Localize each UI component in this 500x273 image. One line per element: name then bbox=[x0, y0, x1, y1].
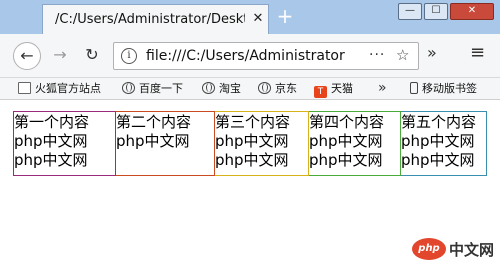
bookmark-label: 京东 bbox=[275, 82, 297, 95]
url-bar[interactable]: i file:///C:/Users/Administrator ··· ☆ bbox=[113, 42, 419, 70]
globe-icon bbox=[122, 82, 135, 94]
tab-title: /C:/Users/Administrator/Desktop bbox=[55, 12, 245, 27]
tab-strip: /C:/Users/Administrator/Desktop ✕ + — ☐ … bbox=[0, 0, 500, 34]
box-line: php中文网 bbox=[309, 132, 383, 150]
box-heading: 第三个内容 bbox=[215, 113, 291, 131]
content-box-5: 第五个内容 php中文网 php中文网 bbox=[401, 111, 487, 176]
box-heading: 第五个内容 bbox=[401, 113, 477, 131]
box-heading: 第一个内容 bbox=[14, 113, 90, 131]
box-line bbox=[116, 151, 214, 170]
maximize-button[interactable]: ☐ bbox=[424, 3, 448, 20]
bookmark-mobile[interactable]: 移动版书签 bbox=[410, 81, 477, 98]
phone-icon bbox=[410, 82, 418, 94]
box-line: php中文网 bbox=[401, 132, 475, 150]
info-icon[interactable]: i bbox=[121, 48, 137, 64]
bookmarks-overflow-icon[interactable]: » bbox=[378, 80, 387, 96]
folder-icon bbox=[18, 82, 31, 94]
watermark-text: 中文网 bbox=[449, 241, 495, 259]
box-heading: 第二个内容 bbox=[116, 113, 192, 131]
content-box-3: 第三个内容 php中文网 php中文网 bbox=[215, 111, 309, 176]
box-line: php中文网 bbox=[401, 151, 475, 169]
tmall-icon: T bbox=[314, 86, 327, 98]
tab-close-icon[interactable]: ✕ bbox=[250, 11, 266, 26]
watermark-logo-badge: php bbox=[412, 238, 446, 260]
box-line: php中文网 bbox=[215, 132, 289, 150]
bookmark-baidu[interactable]: 百度一下 bbox=[122, 81, 183, 98]
content-box-4: 第四个内容 php中文网 php中文网 bbox=[309, 111, 401, 176]
forward-button[interactable]: → bbox=[46, 42, 74, 70]
bookmark-label: 火狐官方站点 bbox=[35, 82, 101, 95]
content-box-1: 第一个内容 php中文网 php中文网 bbox=[13, 111, 116, 176]
php-cn-watermark: php 中文网 bbox=[412, 236, 496, 262]
back-button[interactable]: ← bbox=[13, 42, 41, 70]
box-line: php中文网 bbox=[309, 151, 383, 169]
bookmark-tmall[interactable]: T 天猫 bbox=[314, 81, 353, 98]
box-line: php中文网 bbox=[116, 132, 190, 150]
bookmark-star-icon[interactable]: ☆ bbox=[396, 46, 409, 64]
box-line: php中文网 bbox=[215, 151, 289, 169]
bookmark-label: 百度一下 bbox=[139, 82, 183, 95]
bookmark-label: 淘宝 bbox=[219, 82, 241, 95]
content-box-2: 第二个内容 php中文网 bbox=[116, 111, 215, 176]
box-line: php中文网 bbox=[14, 151, 88, 169]
bookmark-label: 移动版书签 bbox=[422, 82, 477, 95]
bookmark-taobao[interactable]: 淘宝 bbox=[202, 81, 241, 98]
new-tab-button[interactable]: + bbox=[272, 6, 298, 28]
hamburger-menu-icon[interactable]: ≡ bbox=[470, 42, 485, 63]
globe-icon bbox=[258, 82, 271, 94]
browser-tab[interactable]: /C:/Users/Administrator/Desktop ✕ bbox=[42, 4, 269, 34]
navigation-bar: ← → ↻ i file:///C:/Users/Administrator ·… bbox=[0, 34, 500, 78]
globe-icon bbox=[202, 82, 215, 94]
toolbar-overflow-icon[interactable]: » bbox=[427, 43, 437, 62]
bookmark-firefox-official[interactable]: 火狐官方站点 bbox=[18, 81, 101, 98]
url-input[interactable]: file:///C:/Users/Administrator bbox=[146, 48, 361, 64]
bookmark-jd[interactable]: 京东 bbox=[258, 81, 297, 98]
box-heading: 第四个内容 bbox=[309, 113, 385, 131]
bookmarks-bar: 火狐官方站点 百度一下 淘宝 京东 T 天猫 » 移动版书签 bbox=[0, 78, 500, 100]
bookmark-label: 天猫 bbox=[331, 82, 353, 95]
reload-button[interactable]: ↻ bbox=[78, 42, 106, 70]
minimize-button[interactable]: — bbox=[398, 3, 422, 20]
close-window-button[interactable]: ✕ bbox=[450, 3, 494, 20]
page-actions-icon[interactable]: ··· bbox=[369, 47, 385, 63]
box-line: php中文网 bbox=[14, 132, 88, 150]
